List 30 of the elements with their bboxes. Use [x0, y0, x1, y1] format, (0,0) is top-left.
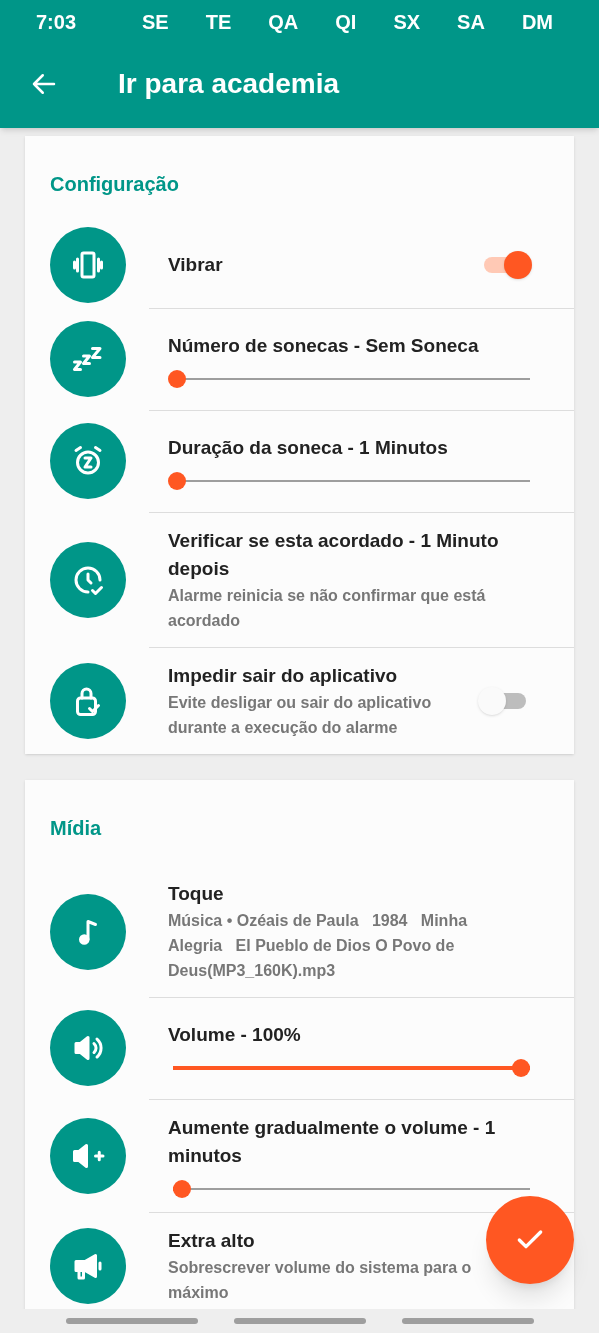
status-time: 7:03: [36, 10, 77, 35]
setting-description: Evite desligar ou sair do aplicativo durante a execução do alarme: [168, 693, 433, 738]
setting-title: Número de sonecas - Sem Soneca: [168, 333, 479, 358]
setting-title: Toque: [168, 882, 224, 906]
slider-thumb[interactable]: [168, 369, 186, 388]
section-title: Configuração: [50, 172, 179, 197]
setting-title: Vibrar: [168, 253, 223, 277]
setting-title: Impedir sair do aplicativo: [168, 664, 398, 688]
setting-description: Alarme reinicia se não confirmar que está acordado: [168, 586, 487, 631]
setting-title: Extra alto: [168, 1229, 255, 1253]
setting-title: Aumente gradualmente o volume - 1 minutos: [168, 1116, 497, 1168]
slider[interactable]: [168, 471, 530, 490]
weekday-label: QI: [335, 10, 357, 35]
weekday-label: SE: [142, 10, 169, 35]
slider-thumb[interactable]: [168, 471, 186, 490]
setting-description: Música • Ozéais de Paula 1984 Minha Alegria El Pueblo de Dios O Povo de Deus(MP3_160K).mp3: [168, 911, 469, 981]
setting-description: Sobrescrever volume do sistema para o máximo: [168, 1258, 473, 1303]
weekday-label: QA: [268, 10, 299, 35]
slider[interactable]: [168, 369, 530, 388]
screen-title: Ir para academia: [118, 67, 340, 101]
setting-title: Volume - 100%: [168, 1022, 301, 1047]
setting-title: Duração da soneca - 1 Minutos: [168, 435, 448, 460]
weekday-label: TE: [205, 10, 232, 35]
slider-thumb[interactable]: [173, 1180, 192, 1198]
weekday-label: SX: [393, 10, 421, 35]
setting-title: Verificar se esta acordado - 1 Minuto depois: [168, 529, 500, 581]
slider-thumb[interactable]: [512, 1058, 530, 1077]
section-title: Mídia: [50, 816, 102, 841]
weekday-label: SA: [457, 10, 485, 35]
weekday-label: DM: [521, 10, 553, 35]
